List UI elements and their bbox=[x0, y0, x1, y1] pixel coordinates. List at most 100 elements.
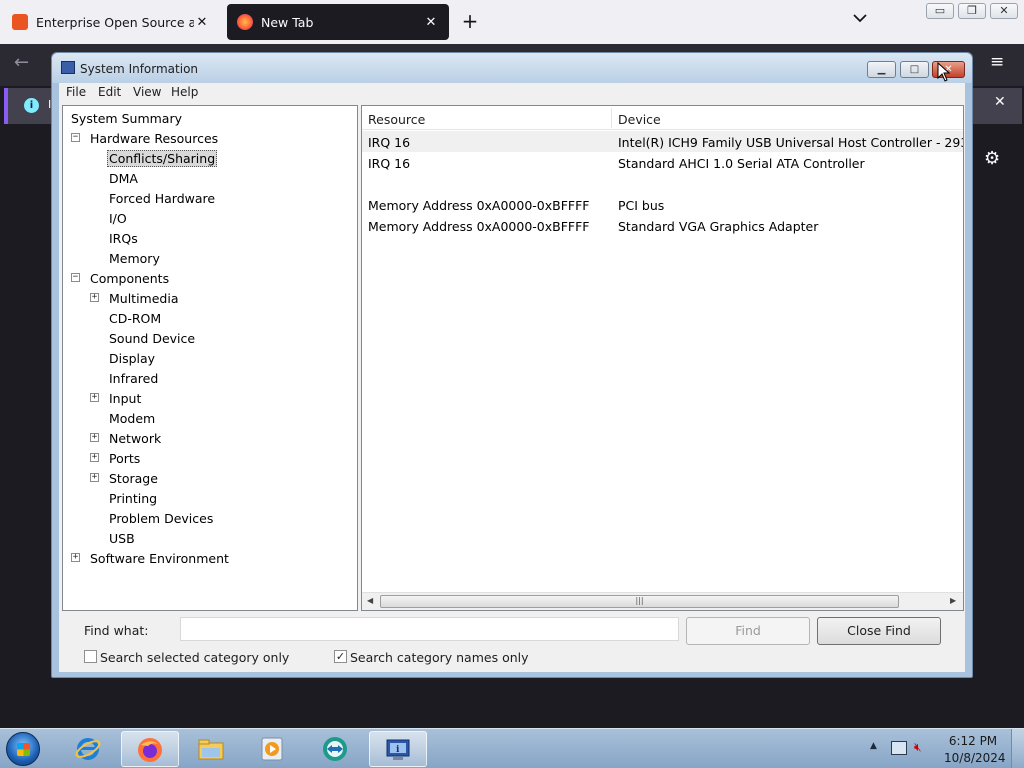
menu-edit[interactable]: Edit bbox=[98, 85, 121, 99]
show-hidden-icons-icon[interactable]: ▲ bbox=[870, 741, 877, 751]
tree-item[interactable]: Printing bbox=[107, 488, 159, 508]
menu-help[interactable]: Help bbox=[171, 85, 198, 99]
tree-item[interactable]: Forced Hardware bbox=[107, 188, 217, 208]
column-header-resource[interactable]: Resource bbox=[368, 112, 425, 127]
tree-item-label: USB bbox=[109, 530, 135, 546]
taskbar-file-explorer[interactable] bbox=[183, 731, 241, 767]
start-button[interactable] bbox=[6, 732, 40, 766]
browser-minimize-button[interactable]: ▭ bbox=[926, 3, 954, 19]
search-selected-category-checkbox[interactable] bbox=[84, 650, 97, 663]
ubuntu-icon bbox=[12, 14, 28, 30]
scrollbar-thumb[interactable]: ||| bbox=[380, 595, 899, 608]
tree-item-label: Forced Hardware bbox=[109, 190, 216, 206]
scroll-left-arrow-icon[interactable]: ◀ bbox=[367, 596, 373, 605]
menu-view[interactable]: View bbox=[133, 85, 161, 99]
internet-explorer-icon bbox=[75, 738, 101, 760]
browser-restore-button[interactable]: ❐ bbox=[958, 3, 986, 19]
taskbar-media-player[interactable] bbox=[244, 731, 302, 767]
taskbar-internet-explorer[interactable] bbox=[60, 731, 118, 767]
taskbar-firefox[interactable] bbox=[121, 731, 179, 767]
firefox-icon bbox=[138, 738, 162, 762]
browser-tab-ubuntu[interactable]: Enterprise Open Source and Lin ✕ bbox=[2, 4, 220, 40]
tree-item[interactable]: USB bbox=[107, 528, 137, 548]
tree-item[interactable]: Memory bbox=[107, 248, 162, 268]
tree-item[interactable]: CD-ROM bbox=[107, 308, 163, 328]
firefox-icon bbox=[237, 14, 253, 30]
expand-plus-icon[interactable]: + bbox=[90, 433, 99, 442]
clock-time[interactable]: 6:12 PM bbox=[946, 734, 1000, 748]
system-information-app-icon bbox=[61, 61, 75, 74]
tree-item[interactable]: + Multimedia bbox=[90, 288, 181, 308]
taskbar-teamviewer[interactable] bbox=[307, 731, 365, 767]
tree-item-label: System Summary bbox=[71, 110, 182, 126]
table-row[interactable]: Memory Address 0xA0000-0xBFFFF Standard V… bbox=[362, 215, 963, 236]
gear-icon[interactable]: ⚙ bbox=[984, 148, 1000, 169]
browser-close-button[interactable]: ✕ bbox=[990, 3, 1018, 19]
close-find-button[interactable]: Close Find bbox=[817, 617, 941, 645]
tree-item[interactable]: DMA bbox=[107, 168, 140, 188]
tree-item[interactable]: + Ports bbox=[90, 448, 142, 468]
collapse-minus-icon[interactable]: − bbox=[71, 273, 80, 282]
close-tab-icon[interactable]: ✕ bbox=[194, 15, 210, 30]
teamviewer-icon bbox=[323, 737, 347, 761]
tree-item[interactable]: System Summary bbox=[69, 108, 184, 128]
tab-label: New Tab bbox=[261, 14, 314, 30]
tree-item[interactable]: − Components bbox=[71, 268, 171, 288]
close-tab-icon[interactable]: ✕ bbox=[423, 15, 439, 30]
tree-item[interactable]: Infrared bbox=[107, 368, 160, 388]
horizontal-scrollbar[interactable]: ◀ ||| ▶ bbox=[362, 592, 963, 610]
taskbar-system-information[interactable]: i bbox=[369, 731, 427, 767]
tree-item[interactable]: IRQs bbox=[107, 228, 140, 248]
minimize-button[interactable]: ▁ bbox=[867, 61, 896, 78]
tree-item[interactable]: + Input bbox=[90, 388, 143, 408]
close-notification-icon[interactable]: ✕ bbox=[994, 94, 1006, 110]
expand-plus-icon[interactable]: + bbox=[71, 553, 80, 562]
menu-file[interactable]: File bbox=[66, 85, 86, 99]
clock-date[interactable]: 10/8/2024 bbox=[944, 751, 1006, 765]
table-row[interactable] bbox=[362, 173, 963, 194]
tree-item-label: Storage bbox=[109, 470, 158, 486]
column-header-device[interactable]: Device bbox=[618, 112, 661, 127]
expand-plus-icon[interactable]: + bbox=[90, 293, 99, 302]
tree-item-label: Problem Devices bbox=[109, 510, 214, 526]
show-desktop-button[interactable] bbox=[1011, 729, 1024, 768]
back-arrow-icon[interactable]: ← bbox=[14, 52, 29, 73]
column-divider[interactable] bbox=[611, 108, 612, 128]
tree-item[interactable]: + Software Environment bbox=[71, 548, 231, 568]
tree-item[interactable]: Display bbox=[107, 348, 157, 368]
new-tab-icon[interactable]: + bbox=[459, 10, 481, 32]
list-header: Resource Device bbox=[362, 106, 963, 130]
hamburger-menu-icon[interactable]: ≡ bbox=[990, 52, 1004, 72]
tree-item[interactable]: I/O bbox=[107, 208, 129, 228]
details-list-view[interactable]: Resource Device IRQ 16 Intel(R) ICH9 Fami… bbox=[361, 105, 964, 611]
search-category-names-label[interactable]: Search category names only bbox=[350, 650, 529, 665]
volume-muted-icon[interactable]: 🔇︎ bbox=[914, 740, 932, 756]
tree-item[interactable]: Modem bbox=[107, 408, 157, 428]
category-tree[interactable]: System Summary − Hardware Resources Conflic… bbox=[62, 105, 358, 611]
table-row[interactable]: IRQ 16 Standard AHCI 1.0 Serial ATA Contr… bbox=[362, 152, 963, 173]
find-button[interactable]: Find bbox=[686, 617, 810, 645]
expand-plus-icon[interactable]: + bbox=[90, 393, 99, 402]
tree-item[interactable]: − Hardware Resources bbox=[71, 128, 220, 148]
tree-item[interactable]: Problem Devices bbox=[107, 508, 215, 528]
search-category-names-checkbox[interactable]: ✓ bbox=[334, 650, 347, 663]
collapse-minus-icon[interactable]: − bbox=[71, 133, 80, 142]
search-selected-category-label[interactable]: Search selected category only bbox=[100, 650, 289, 665]
network-icon[interactable] bbox=[891, 741, 907, 755]
expand-plus-icon[interactable]: + bbox=[90, 453, 99, 462]
tree-item[interactable]: + Network bbox=[90, 428, 163, 448]
table-row[interactable]: Memory Address 0xA0000-0xBFFFF PCI bus bbox=[362, 194, 963, 215]
window-titlebar[interactable]: System Information ▁ □ ✕ bbox=[52, 53, 972, 83]
browser-tab-new-tab[interactable]: New Tab ✕ bbox=[227, 4, 449, 40]
window-title: System Information bbox=[80, 62, 199, 76]
tree-item[interactable]: Sound Device bbox=[107, 328, 197, 348]
table-row[interactable]: IRQ 16 Intel(R) ICH9 Family USB Universal… bbox=[362, 131, 963, 152]
list-tabs-chevron-icon[interactable] bbox=[853, 12, 875, 32]
scroll-right-arrow-icon[interactable]: ▶ bbox=[950, 596, 956, 605]
tab-label: Enterprise Open Source and Lin bbox=[36, 14, 194, 30]
find-what-input[interactable] bbox=[180, 617, 679, 641]
maximize-button[interactable]: □ bbox=[900, 61, 929, 78]
tree-item[interactable]: Conflicts/Sharing bbox=[107, 148, 218, 168]
tree-item[interactable]: + Storage bbox=[90, 468, 160, 488]
expand-plus-icon[interactable]: + bbox=[90, 473, 99, 482]
